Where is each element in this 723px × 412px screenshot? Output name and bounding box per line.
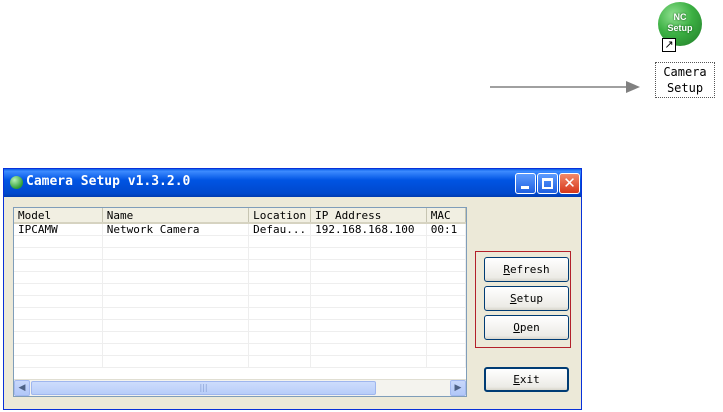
camera-setup-shortcut[interactable]: NC Setup ↗ Camera Setup bbox=[650, 2, 718, 100]
shortcut-label-line1: Camera bbox=[663, 65, 707, 79]
empty-row bbox=[14, 247, 466, 260]
scrollbar-thumb[interactable]: ||| bbox=[31, 381, 376, 395]
exit-accelerator: E bbox=[513, 373, 520, 386]
shortcut-label[interactable]: Camera Setup bbox=[655, 62, 715, 98]
scroll-right-arrow-icon[interactable]: ▶ bbox=[450, 380, 466, 396]
exit-button[interactable]: Exit bbox=[484, 367, 569, 392]
app-icon[interactable] bbox=[10, 176, 23, 189]
camera-table: Model Name Location IP Address MAC IPCAM… bbox=[14, 208, 466, 368]
column-header-location[interactable]: Location bbox=[248, 208, 312, 224]
maximize-icon bbox=[542, 178, 553, 189]
setup-label: etup bbox=[516, 292, 544, 305]
refresh-label: efresh bbox=[509, 263, 550, 276]
column-header-name[interactable]: Name bbox=[102, 208, 250, 224]
cell-ip-address: 192.168.168.100 bbox=[310, 223, 427, 236]
minimize-button[interactable] bbox=[515, 173, 536, 194]
cell-model: IPCAMW bbox=[14, 223, 103, 236]
table-row[interactable]: IPCAMW Network Camera Defau... 192.168.1… bbox=[14, 223, 466, 236]
open-label: pen bbox=[519, 321, 540, 334]
empty-row bbox=[14, 259, 466, 272]
cell-mac: 00:1 bbox=[426, 223, 466, 236]
open-button[interactable]: Open bbox=[484, 315, 569, 340]
cell-name: Network Camera bbox=[102, 223, 250, 236]
camera-setup-window: Camera Setup v1.3.2.0 ✕ Model Name Locat… bbox=[3, 168, 582, 410]
nc-icon-text: NC Setup bbox=[667, 12, 693, 33]
open-accelerator: O bbox=[513, 321, 520, 334]
exit-label: xit bbox=[519, 373, 540, 386]
empty-row bbox=[14, 331, 466, 344]
column-header-ip-address[interactable]: IP Address bbox=[310, 208, 427, 224]
shortcut-label-line2: Setup bbox=[666, 81, 704, 95]
cell-location: Defau... bbox=[248, 223, 312, 236]
scroll-left-arrow-icon[interactable]: ◀ bbox=[14, 380, 30, 396]
refresh-button[interactable]: Refresh bbox=[484, 257, 569, 282]
empty-row bbox=[14, 271, 466, 284]
shortcut-overlay-icon: ↗ bbox=[662, 38, 676, 52]
setup-accelerator: S bbox=[509, 292, 517, 305]
camera-list[interactable]: Model Name Location IP Address MAC IPCAM… bbox=[13, 207, 467, 397]
maximize-button[interactable] bbox=[537, 173, 558, 194]
empty-row bbox=[14, 355, 466, 368]
horizontal-scrollbar[interactable]: ◀ ||| ▶ bbox=[14, 379, 466, 396]
minimize-icon bbox=[521, 186, 529, 189]
column-header-mac[interactable]: MAC bbox=[426, 208, 466, 224]
setup-button[interactable]: Setup bbox=[484, 286, 569, 311]
empty-row bbox=[14, 319, 466, 332]
refresh-accelerator: R bbox=[503, 263, 510, 276]
title-bar[interactable]: Camera Setup v1.3.2.0 ✕ bbox=[4, 169, 581, 197]
empty-row bbox=[14, 283, 466, 296]
empty-row bbox=[14, 307, 466, 320]
close-button[interactable]: ✕ bbox=[559, 173, 580, 194]
empty-row bbox=[14, 295, 466, 308]
table-header-row: Model Name Location IP Address MAC bbox=[14, 208, 466, 224]
window-title: Camera Setup v1.3.2.0 bbox=[26, 174, 191, 189]
pointer-arrow bbox=[490, 81, 640, 93]
close-icon: ✕ bbox=[563, 174, 576, 192]
empty-row bbox=[14, 235, 466, 248]
column-header-model[interactable]: Model bbox=[14, 208, 103, 224]
empty-row bbox=[14, 343, 466, 356]
